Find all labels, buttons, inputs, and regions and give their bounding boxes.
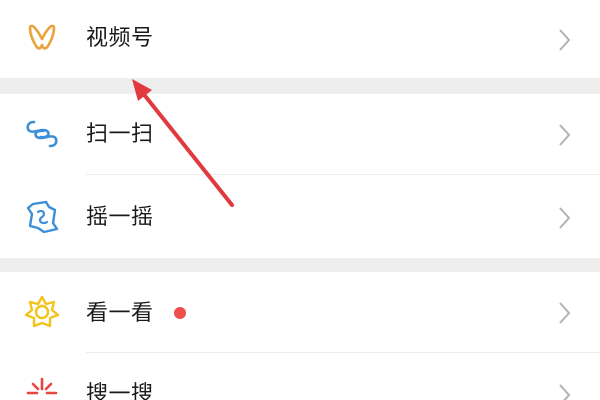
scan-icon (24, 116, 60, 152)
channels-butterfly-icon (24, 20, 60, 56)
menu-item-label: 摇一摇 (86, 205, 154, 230)
menu-item-shake[interactable]: 摇一摇 (0, 175, 600, 258)
wechat-discover-menu: 视频号 扫一扫 摇一摇 看一看 搜一搜 (0, 0, 600, 400)
section-divider (0, 258, 600, 272)
menu-item-search[interactable]: 搜一搜 (0, 353, 600, 400)
menu-item-label: 看一看 (86, 301, 154, 326)
top-stories-icon (24, 294, 60, 330)
shake-icon (24, 199, 60, 235)
menu-item-channels[interactable]: 视频号 (0, 0, 600, 78)
chevron-right-icon (554, 27, 574, 53)
menu-item-label: 扫一扫 (86, 122, 154, 147)
search-spark-icon (24, 375, 60, 400)
notification-dot (174, 307, 186, 319)
menu-item-top-stories[interactable]: 看一看 (0, 272, 600, 352)
section-divider (0, 78, 600, 94)
chevron-right-icon (554, 205, 574, 231)
chevron-right-icon (554, 382, 574, 400)
menu-item-label: 搜一搜 (86, 382, 154, 400)
menu-item-scan[interactable]: 扫一扫 (0, 94, 600, 174)
chevron-right-icon (554, 122, 574, 148)
menu-item-label: 视频号 (86, 26, 154, 51)
chevron-right-icon (554, 300, 574, 326)
